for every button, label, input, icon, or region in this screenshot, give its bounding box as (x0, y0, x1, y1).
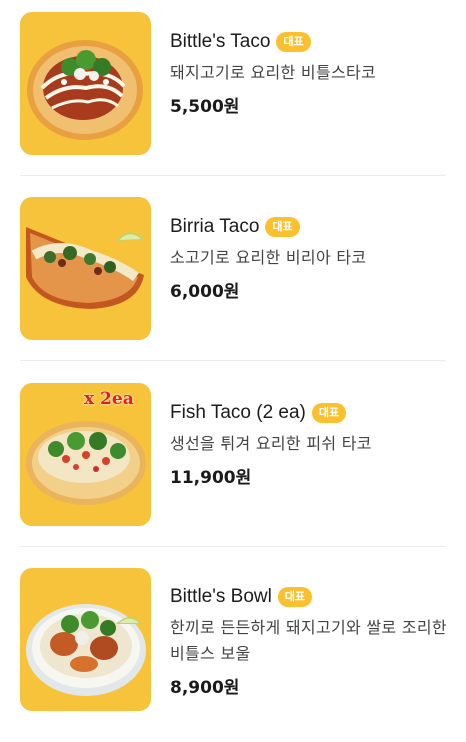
name-row: Birria Taco 대표 (170, 213, 455, 241)
signature-badge: 대표 (277, 587, 313, 607)
menu-item-bittles-taco[interactable]: Bittle's Taco 대표 돼지고기로 요리한 비틀스타코 5,500원 (0, 0, 466, 186)
signature-badge: 대표 (311, 403, 347, 423)
menu-item-price: 11,900원 (170, 468, 252, 488)
menu-item-description: 생선을 튀겨 요리한 피쉬 타코 (170, 434, 372, 453)
name-row: Fish Taco (2 ea) 대표 (170, 399, 455, 427)
fish-taco-photo[interactable]: x 2ea (20, 383, 151, 526)
menu-item-name[interactable]: Fish Taco (2 ea) (170, 402, 306, 424)
quantity-overlay-label: x 2ea (84, 389, 134, 409)
menu-item-name[interactable]: Bittle's Taco (170, 31, 270, 53)
menu-item-price: 5,500원 (170, 97, 240, 117)
rice-bowl-photo[interactable] (20, 568, 151, 711)
signature-badge: 대표 (265, 217, 300, 237)
menu-item-bittles-bowl[interactable]: Bittle's Bowl 대표 한끼로 든든하게 돼지고기와 쌀로 조리한 비… (0, 556, 466, 742)
divider (20, 175, 446, 176)
divider (20, 546, 446, 547)
menu-item-birria-taco[interactable]: Birria Taco 대표 소고기로 요리한 비리아 타코 6,000원 (0, 185, 466, 371)
signature-badge: 대표 (276, 32, 311, 52)
menu-item-name[interactable]: Bittle's Bowl (170, 586, 272, 608)
menu-item-price: 8,900원 (170, 678, 240, 698)
menu-item-description: 소고기로 요리한 비리아 타코 (170, 248, 367, 267)
menu-item-info: Birria Taco 대표 소고기로 요리한 비리아 타코 6,000원 (170, 213, 455, 302)
menu-item-description: 한끼로 든든하게 돼지고기와 쌀로 조리한 비틀스 보울 (170, 618, 447, 663)
menu-item-description: 돼지고기로 요리한 비틀스타코 (170, 63, 377, 82)
menu-item-info: Bittle's Bowl 대표 한끼로 든든하게 돼지고기와 쌀로 조리한 비… (170, 583, 455, 698)
menu-item-fish-taco[interactable]: x 2ea Fish Taco (2 ea) 대표 생선을 튀겨 요리한 피쉬 … (0, 371, 466, 557)
divider (20, 360, 446, 361)
birria-taco-photo[interactable] (20, 197, 151, 340)
menu-list: Bittle's Taco 대표 돼지고기로 요리한 비틀스타코 5,500원 (0, 0, 466, 726)
menu-item-price: 6,000원 (170, 282, 240, 302)
menu-item-name[interactable]: Birria Taco (170, 216, 259, 238)
menu-item-info: Fish Taco (2 ea) 대표 생선을 튀겨 요리한 피쉬 타코 11,… (170, 399, 455, 488)
menu-item-info: Bittle's Taco 대표 돼지고기로 요리한 비틀스타코 5,500원 (170, 28, 455, 117)
name-row: Bittle's Bowl 대표 (170, 583, 455, 611)
name-row: Bittle's Taco 대표 (170, 28, 455, 56)
pork-taco-photo[interactable] (20, 12, 151, 155)
